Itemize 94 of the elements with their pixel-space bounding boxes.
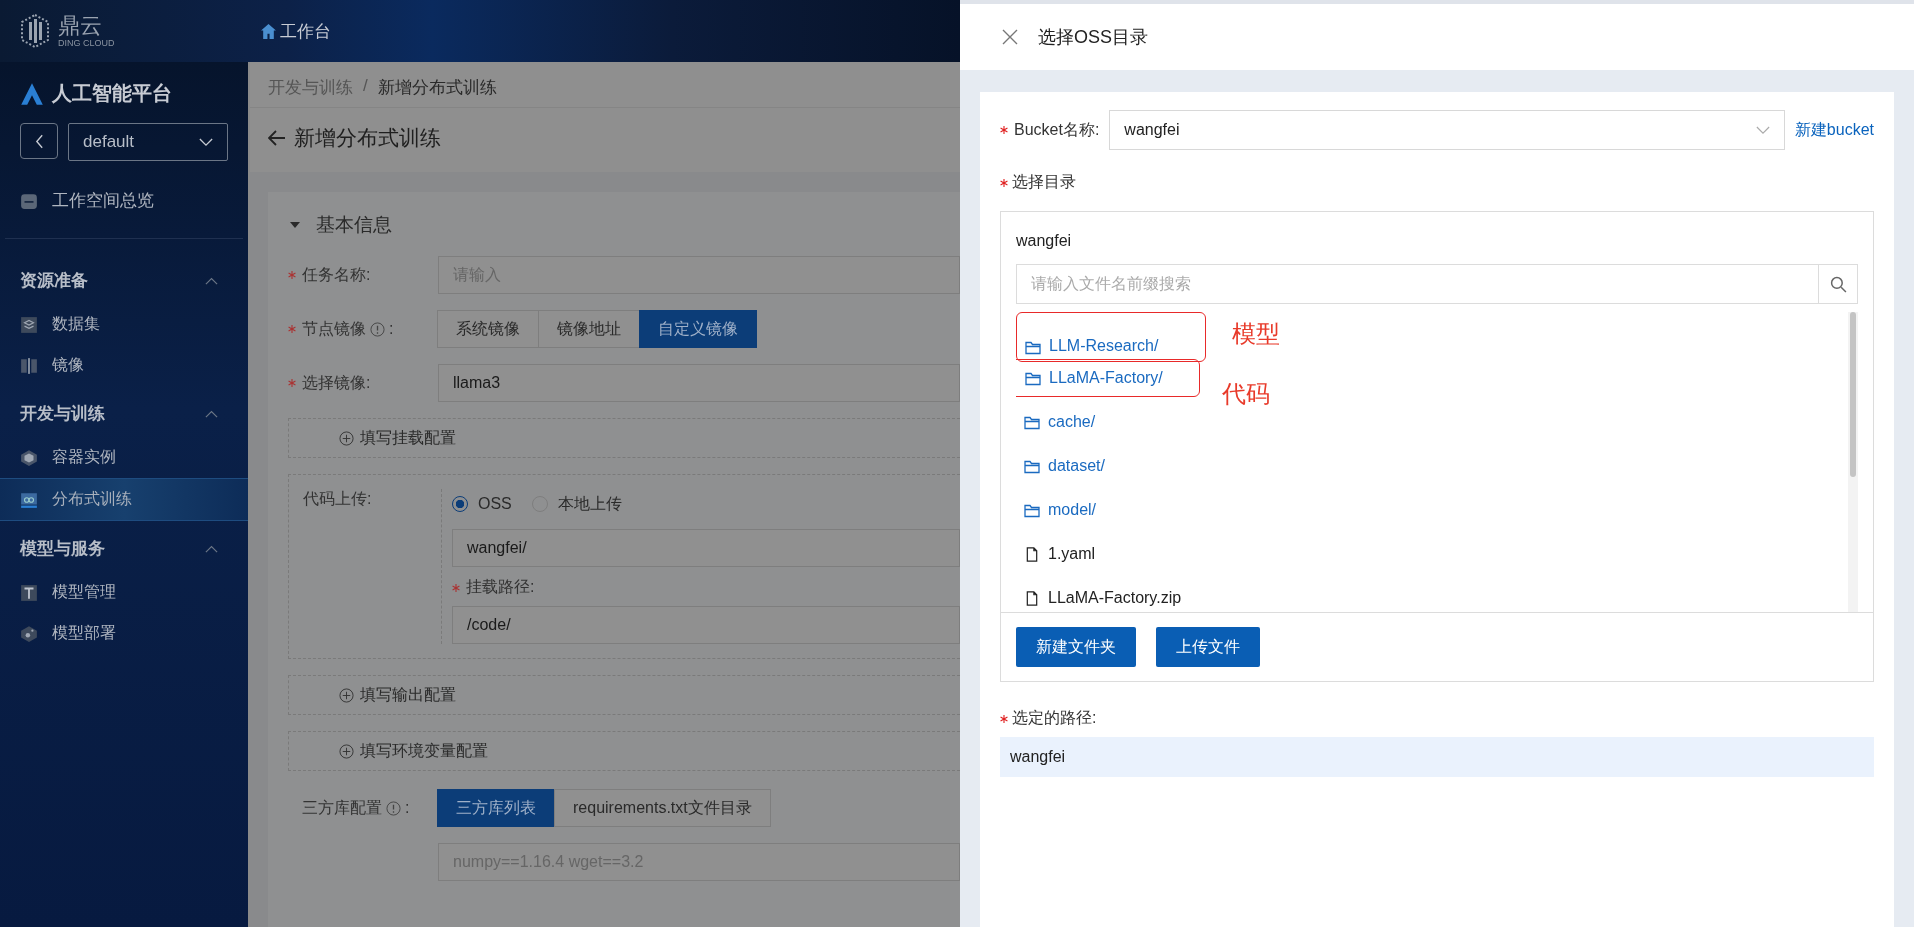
file-list-item[interactable]: 1.yaml bbox=[1016, 545, 1096, 563]
selected-path-value: wangfei bbox=[1000, 737, 1874, 777]
close-icon[interactable] bbox=[1002, 29, 1018, 45]
oss-path-field[interactable]: wangfei/ bbox=[452, 529, 960, 567]
file-list-item[interactable]: LLM-Research/ bbox=[1016, 312, 1206, 362]
file-list-item[interactable]: LLaMA-Factory/ bbox=[1016, 359, 1200, 397]
nav-item[interactable]: 模型部署 bbox=[0, 613, 248, 654]
page-title: 新增分布式训练 bbox=[294, 125, 441, 151]
workspace-select[interactable]: default bbox=[68, 123, 228, 161]
bucket-select[interactable]: wangfei bbox=[1109, 110, 1785, 150]
container-icon bbox=[20, 448, 38, 467]
primary-button[interactable]: 上传文件 bbox=[1156, 627, 1260, 667]
colon: : bbox=[405, 799, 410, 817]
chevron-left-icon bbox=[34, 133, 44, 149]
segment-button[interactable]: 镜像地址 bbox=[538, 310, 640, 348]
drawer-title: 选择OSS目录 bbox=[1038, 26, 1148, 49]
file-list-item[interactable]: cache/ bbox=[1016, 413, 1096, 431]
file-icon bbox=[1024, 546, 1040, 562]
search-button[interactable] bbox=[1818, 264, 1858, 304]
plus-circle-icon bbox=[339, 743, 354, 759]
colon: : bbox=[389, 320, 394, 338]
field-label: 任务名称: bbox=[302, 264, 371, 285]
radio-label: 本地上传 bbox=[557, 493, 622, 514]
image-icon bbox=[20, 356, 38, 375]
plus-circle-icon bbox=[339, 430, 354, 446]
search-field[interactable]: 请输入文件名前缀搜索 bbox=[1016, 264, 1819, 304]
nav-item[interactable]: 分布式训练 bbox=[0, 478, 248, 521]
workbench-link[interactable]: 工作台 bbox=[260, 19, 331, 43]
add-config-link[interactable]: 填写输出配置 bbox=[339, 684, 456, 706]
home-icon bbox=[260, 22, 277, 40]
scrollbar[interactable] bbox=[1848, 312, 1858, 612]
field-label: Bucket名称: bbox=[1014, 119, 1100, 140]
dataset-icon bbox=[20, 315, 38, 334]
file-list-item[interactable]: LLaMA-Factory.zip bbox=[1016, 589, 1182, 607]
nav-item[interactable]: 容器实例 bbox=[0, 437, 248, 478]
segment-button[interactable]: requirements.txt文件目录 bbox=[554, 789, 771, 827]
folder-icon bbox=[1024, 458, 1040, 474]
chevron-down-icon bbox=[1755, 125, 1770, 135]
folder-icon bbox=[1024, 502, 1040, 518]
file-icon bbox=[1024, 590, 1040, 606]
back-button[interactable] bbox=[20, 123, 58, 159]
section-header[interactable]: 基本信息 bbox=[288, 192, 960, 250]
menu-group-header[interactable]: 资源准备 bbox=[0, 239, 248, 304]
add-config-link[interactable]: 填写环境变量配置 bbox=[339, 740, 488, 762]
field-label: 节点镜像 bbox=[302, 318, 366, 339]
annotation-label: 模型 bbox=[1232, 319, 1280, 349]
folder-icon bbox=[1024, 414, 1040, 430]
field-label: 挂载路径: bbox=[466, 577, 535, 597]
menu-group-header[interactable]: 模型与服务 bbox=[0, 521, 248, 572]
radio-label: OSS bbox=[478, 495, 512, 513]
add-config-link[interactable]: 填写挂载配置 bbox=[339, 427, 456, 449]
info-icon bbox=[370, 321, 385, 337]
field-label: 选择镜像: bbox=[302, 372, 371, 393]
logo-text: 鼎云 bbox=[58, 14, 103, 37]
logo-icon bbox=[20, 14, 50, 48]
new-bucket-link[interactable]: 新建bucket bbox=[1794, 119, 1874, 141]
folder-icon bbox=[1025, 340, 1041, 355]
breadcrumb-separator: / bbox=[363, 76, 368, 97]
train-icon bbox=[20, 490, 38, 509]
file-list-item[interactable]: model/ bbox=[1016, 501, 1097, 519]
radio-option[interactable]: OSS bbox=[452, 495, 512, 513]
nav-item[interactable]: 数据集 bbox=[0, 304, 248, 345]
back-arrow-icon[interactable] bbox=[268, 130, 286, 146]
file-list-item[interactable]: dataset/ bbox=[1016, 457, 1105, 475]
deploy-icon bbox=[20, 624, 38, 643]
overview-icon bbox=[20, 191, 38, 210]
field-label: 选定的路径: bbox=[1012, 708, 1097, 728]
search-icon bbox=[1829, 275, 1847, 293]
segment-button[interactable]: 三方库列表 bbox=[437, 789, 555, 827]
mount-path-field[interactable]: /code/ bbox=[452, 606, 960, 644]
breadcrumb-current: 新增分布式训练 bbox=[377, 77, 497, 99]
segment-button[interactable]: 系统镜像 bbox=[437, 310, 539, 348]
image-field[interactable]: llama3 bbox=[438, 364, 960, 402]
field-label: 代码上传: bbox=[303, 490, 372, 507]
radio-option[interactable]: 本地上传 bbox=[531, 493, 622, 515]
plus-circle-icon bbox=[339, 687, 354, 703]
menu-group-header[interactable]: 开发与训练 bbox=[0, 386, 248, 437]
radio-button[interactable] bbox=[452, 496, 468, 512]
folder-icon bbox=[1025, 370, 1041, 386]
nav-item[interactable]: 镜像 bbox=[0, 345, 248, 386]
field-label: 三方库配置 bbox=[302, 797, 382, 818]
nav-item[interactable]: 模型管理 bbox=[0, 572, 248, 613]
platform-logo-icon bbox=[20, 81, 44, 106]
segment-button[interactable]: 自定义镜像 bbox=[639, 310, 757, 348]
field-label: 选择目录 bbox=[1012, 172, 1076, 192]
platform-name: 人工智能平台 bbox=[52, 81, 172, 106]
nav-item[interactable]: 工作空间总览 bbox=[5, 161, 243, 239]
root-folder-name: wangfei bbox=[1016, 232, 1073, 250]
primary-button[interactable]: 新建文件夹 bbox=[1016, 627, 1136, 667]
chevron-down-icon bbox=[199, 137, 213, 147]
annotation-label: 代码 bbox=[1222, 379, 1270, 409]
logo-subtitle: DING CLOUD bbox=[58, 38, 115, 48]
info-icon bbox=[386, 800, 401, 816]
model-icon bbox=[20, 583, 38, 602]
